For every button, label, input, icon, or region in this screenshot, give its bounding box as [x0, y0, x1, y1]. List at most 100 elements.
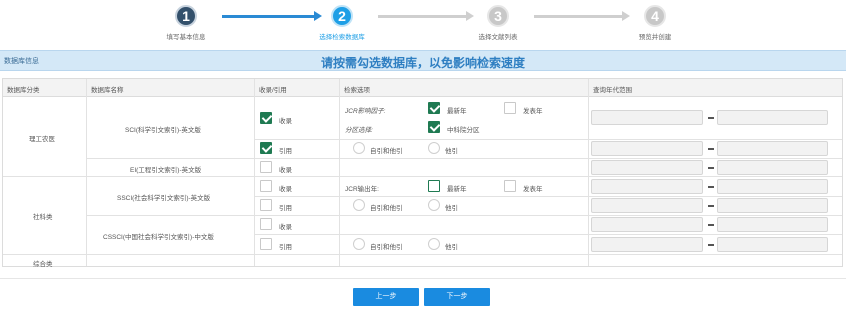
ei-year-end[interactable] [717, 160, 828, 175]
sci-collect-year-end[interactable] [717, 110, 828, 125]
grid-line [86, 215, 842, 216]
ssci-cite-checkbox[interactable] [260, 199, 272, 211]
sci-cite-label: 引用 [279, 148, 292, 155]
database-table: 数据库分类 数据库名称 收录/引用 检索选项 查询年代范围 理工农医 社科类 综… [2, 78, 843, 268]
range-dash [708, 244, 714, 246]
ssci-self-and-other-radio[interactable] [353, 199, 365, 211]
ei-collect-label: 收录 [279, 167, 292, 174]
grid-line [339, 79, 340, 266]
grid-line [3, 176, 842, 177]
range-dash [708, 167, 714, 169]
step-3: 3 选择文献列表 [458, 5, 538, 41]
ei-collect-checkbox[interactable] [260, 161, 272, 173]
cssci-collect-year-end[interactable] [717, 217, 828, 232]
sci-cite-checkbox[interactable] [260, 142, 272, 154]
db-name-cssci: CSSCI(中国社会科学引文索引)-中文版 [103, 234, 214, 241]
section-header: 数据库信息 请按需勾选数据库，以免影响检索速度 [0, 50, 846, 71]
db-name-ei: EI(工程引文索引)-英文版 [130, 167, 202, 174]
header-name: 数据库名称 [91, 87, 124, 94]
divider [0, 278, 846, 279]
grid-line [254, 79, 255, 266]
ssci-cite-year-start[interactable] [591, 198, 703, 213]
category-sci-eng: 理工农医 [29, 136, 55, 143]
range-dash [708, 224, 714, 226]
instruction-text: 请按需勾选数据库，以免影响检索速度 [320, 56, 525, 70]
ssci-jcr-latest-label: 最新年 [447, 186, 467, 193]
step-4-label: 预览并创建 [638, 34, 672, 41]
sci-other-radio[interactable] [428, 142, 440, 154]
sci-self-and-other-radio[interactable] [353, 142, 365, 154]
cssci-cite-year-start[interactable] [591, 237, 703, 252]
sci-cas-partition-label: 中科院分区 [447, 127, 480, 134]
sci-other-label: 他引 [445, 148, 458, 155]
cssci-cite-year-end[interactable] [717, 237, 828, 252]
ssci-collect-year-start[interactable] [591, 179, 703, 194]
header-category: 数据库分类 [7, 87, 40, 94]
db-name-ssci: SSCI(社会科学引文索引)-英文版 [117, 195, 211, 202]
ssci-jcr-publish-checkbox[interactable] [504, 180, 516, 192]
sci-self-and-other-label: 自引和他引 [370, 148, 403, 155]
stepper: 1 填写基本信息 2 选择检索数据库 3 选择文献列表 4 预览并创建 [0, 0, 846, 48]
ssci-jcr-latest-checkbox[interactable] [428, 180, 440, 192]
table-header: 数据库分类 数据库名称 收录/引用 检索选项 查询年代范围 [3, 79, 842, 97]
sci-collect-label: 收录 [279, 118, 292, 125]
step-1: 1 填写基本信息 [146, 5, 226, 41]
grid-line [588, 79, 589, 266]
cssci-cite-checkbox[interactable] [260, 238, 272, 250]
step-4-number: 4 [644, 5, 666, 27]
ssci-other-radio[interactable] [428, 199, 440, 211]
ei-year-start[interactable] [591, 160, 703, 175]
ssci-collect-checkbox[interactable] [260, 180, 272, 192]
sci-jcr-publish-label: 发表年 [523, 108, 543, 115]
ssci-self-and-other-label: 自引和他引 [370, 205, 403, 212]
grid-line [86, 79, 87, 266]
cssci-self-and-other-label: 自引和他引 [370, 244, 403, 251]
sci-cite-year-end[interactable] [717, 141, 828, 156]
cssci-other-label: 他引 [445, 244, 458, 251]
next-button[interactable]: 下一步 [424, 288, 490, 306]
category-general: 综合类 [33, 261, 53, 268]
db-name-sci: SCI(科学引文索引)-英文版 [125, 127, 201, 134]
cssci-cite-label: 引用 [279, 244, 292, 251]
step-3-number: 3 [487, 5, 509, 27]
cssci-collect-checkbox[interactable] [260, 218, 272, 230]
sci-jcr-latest-checkbox[interactable] [428, 102, 440, 114]
sci-jcr-publish-checkbox[interactable] [504, 102, 516, 114]
range-dash [708, 186, 714, 188]
sci-collect-checkbox[interactable] [260, 112, 272, 124]
step-2-number: 2 [331, 5, 353, 27]
step-arrow [534, 11, 630, 21]
prev-button[interactable]: 上一步 [353, 288, 419, 306]
step-4: 4 预览并创建 [615, 5, 695, 41]
jcr-if-label: JCR影响因子: [345, 108, 386, 115]
header-options: 检索选项 [344, 87, 370, 94]
ssci-collect-year-end[interactable] [717, 179, 828, 194]
cssci-other-radio[interactable] [428, 238, 440, 250]
sci-cas-partition-checkbox[interactable] [428, 121, 440, 133]
sci-cite-year-start[interactable] [591, 141, 703, 156]
ssci-cite-year-end[interactable] [717, 198, 828, 213]
step-1-label: 填写基本信息 [166, 34, 206, 41]
step-2: 2 选择检索数据库 [302, 5, 382, 41]
grid-line [3, 254, 842, 255]
grid-line [254, 234, 842, 235]
cssci-collect-year-start[interactable] [591, 217, 703, 232]
step-1-number: 1 [175, 5, 197, 27]
grid-line [254, 139, 842, 140]
grid-line [86, 158, 842, 159]
ssci-other-label: 他引 [445, 205, 458, 212]
cssci-collect-label: 收录 [279, 224, 292, 231]
sci-collect-year-start[interactable] [591, 110, 703, 125]
jcr-pub-label: JCR输出年: [345, 186, 379, 193]
step-3-label: 选择文献列表 [478, 34, 518, 41]
step-arrow [378, 11, 474, 21]
ssci-collect-label: 收录 [279, 186, 292, 193]
header-range: 查询年代范围 [593, 87, 632, 94]
range-dash [708, 148, 714, 150]
cssci-self-and-other-radio[interactable] [353, 238, 365, 250]
category-social: 社科类 [33, 214, 53, 221]
partition-label: 分区选择: [345, 127, 373, 134]
grid-line [254, 196, 842, 197]
ssci-cite-label: 引用 [279, 205, 292, 212]
range-dash [708, 117, 714, 119]
